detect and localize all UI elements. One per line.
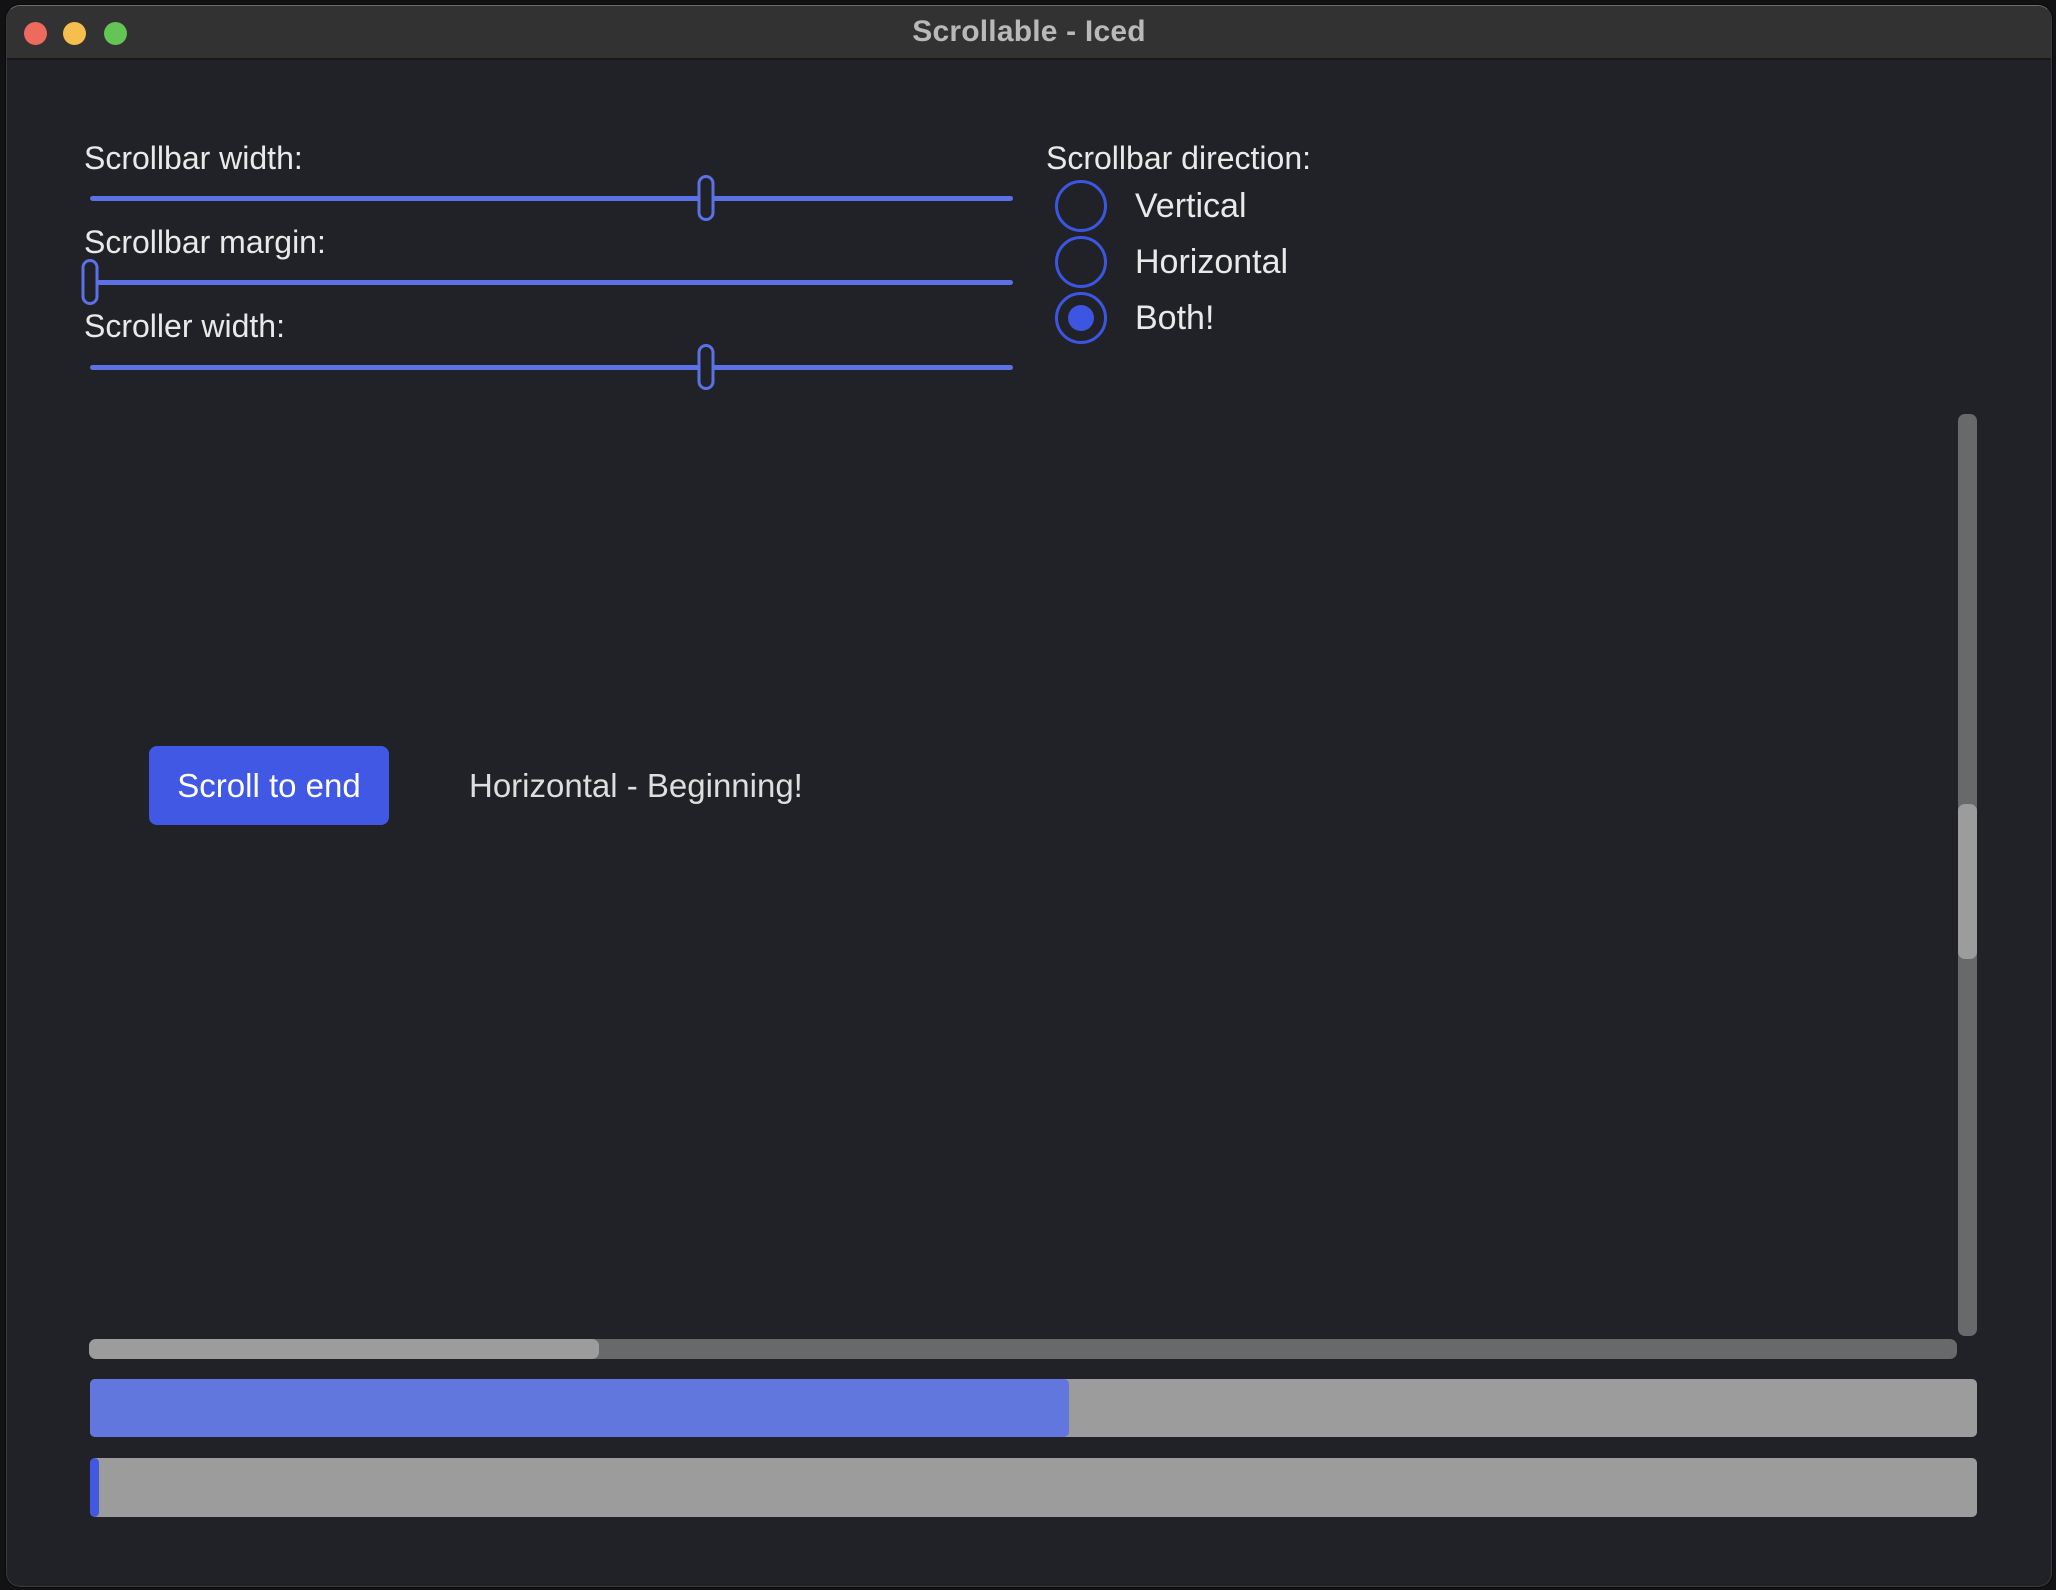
titlebar[interactable]: Scrollable - Iced [7,6,2051,60]
radio-circle[interactable] [1055,292,1107,344]
radio-option-horizontal[interactable]: Horizontal [1055,236,1288,288]
radio-option-vertical[interactable]: Vertical [1055,180,1247,232]
app-window: Scrollable - Iced Scrollbar width: Scrol… [6,5,2052,1587]
scroll-to-end-button[interactable]: Scroll to end [149,746,389,825]
progress-fill [90,1379,1069,1437]
vertical-scrollbar-rail[interactable] [1958,414,1977,1336]
radio-circle[interactable] [1055,236,1107,288]
scroll-to-end-label: Scroll to end [177,767,360,805]
scrollbar-direction-label: Scrollbar direction: [1046,140,1311,176]
radio-circle[interactable] [1055,180,1107,232]
scroll-status-text: Horizontal - Beginning! [469,746,803,825]
scrollbar-margin-label: Scrollbar margin: [84,224,326,260]
radio-option-both[interactable]: Both! [1055,292,1214,344]
slider-handle[interactable] [697,344,714,390]
scrollbar-width-slider[interactable] [90,175,1013,221]
horizontal-scroll-progress-bar [90,1379,1977,1437]
vertical-scroller[interactable] [1958,804,1977,959]
slider-handle[interactable] [697,175,714,221]
scrollbar-margin-slider[interactable] [90,259,1013,305]
progress-fill [90,1458,99,1517]
slider-rail[interactable] [90,196,1013,201]
minimize-button[interactable] [63,22,86,45]
close-button[interactable] [24,22,47,45]
slider-handle[interactable] [82,259,99,305]
radio-label: Vertical [1135,187,1247,226]
radio-label: Horizontal [1135,243,1288,282]
zoom-button[interactable] [104,22,127,45]
radio-label: Both! [1135,299,1214,338]
horizontal-scrollbar-rail[interactable] [89,1339,1957,1359]
scroller-width-label: Scroller width: [84,308,285,344]
radio-selected-dot [1068,305,1094,331]
horizontal-scroller[interactable] [89,1339,599,1359]
slider-rail[interactable] [90,280,1013,285]
scrollbar-width-label: Scrollbar width: [84,140,303,176]
vertical-scroll-progress-bar [90,1458,1977,1517]
slider-rail[interactable] [90,365,1013,370]
scroller-width-slider[interactable] [90,344,1013,390]
window-title: Scrollable - Iced [912,15,1145,49]
